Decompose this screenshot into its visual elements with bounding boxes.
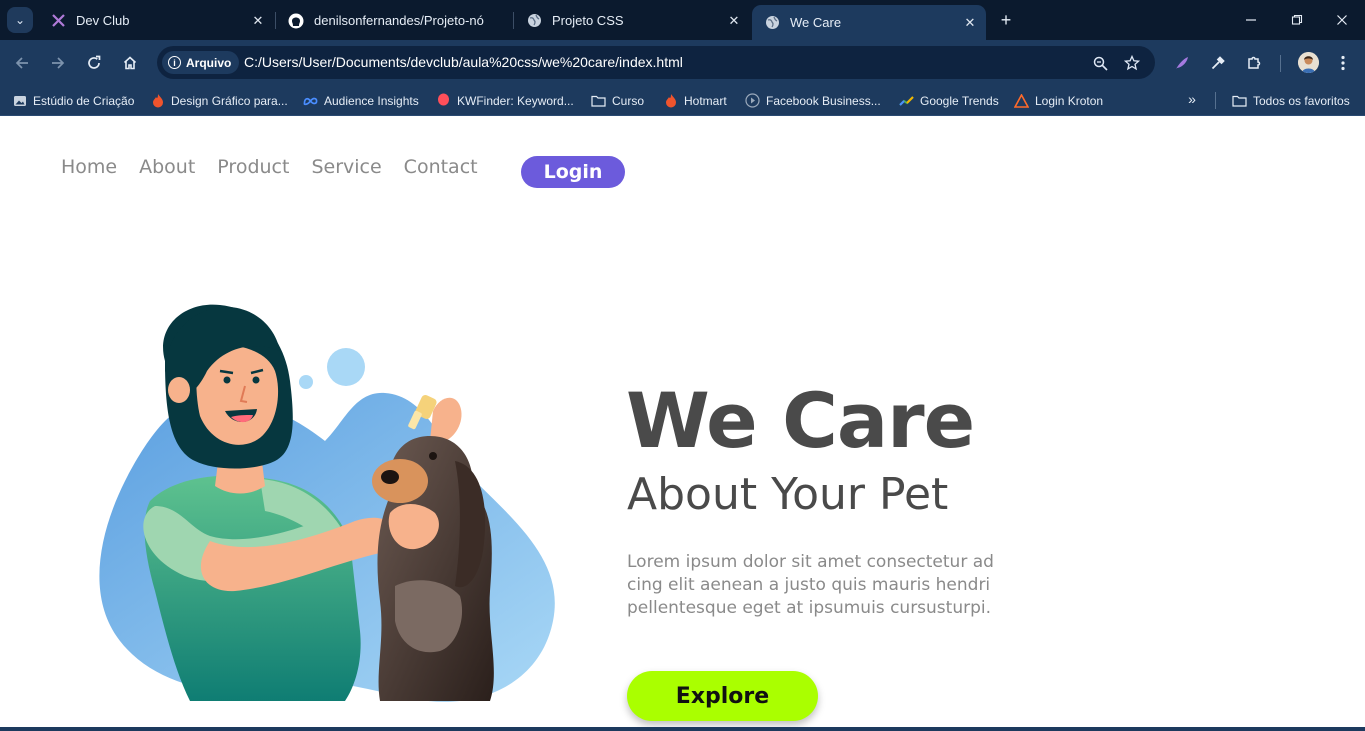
- github-icon: [288, 13, 304, 29]
- tab-title: Dev Club: [76, 13, 130, 28]
- bookmark-hotmart[interactable]: Hotmart: [663, 91, 727, 110]
- bookmark-kwfinder[interactable]: KWFinder: Keyword...: [436, 91, 574, 110]
- flame-icon: [663, 93, 678, 108]
- hero-title: We Care: [626, 376, 975, 465]
- nav-service[interactable]: Service: [311, 156, 381, 178]
- info-icon: i: [168, 56, 181, 69]
- bookmark-google-trends[interactable]: Google Trends: [899, 91, 999, 110]
- kebab-menu-icon[interactable]: [1331, 51, 1355, 75]
- meta-icon: [303, 93, 318, 108]
- forward-arrow-icon[interactable]: [46, 51, 70, 75]
- feather-extension-icon[interactable]: [1170, 51, 1194, 75]
- flame-icon: [150, 93, 165, 108]
- bookmark-label: Hotmart: [684, 93, 727, 108]
- bookmark-label: Estúdio de Criação: [33, 93, 135, 108]
- toolbar-divider: [1280, 55, 1281, 72]
- tab-title: Projeto CSS: [552, 13, 624, 28]
- bookmark-label: Audience Insights: [324, 93, 419, 108]
- tab-github[interactable]: denilsonfernandes/Projeto-nós: [276, 5, 512, 36]
- back-arrow-icon[interactable]: [10, 51, 34, 75]
- nav-product[interactable]: Product: [217, 156, 289, 178]
- profile-avatar[interactable]: [1298, 52, 1319, 73]
- bookmarks-bar: Estúdio de Criação Design Gráfico para..…: [0, 85, 1365, 116]
- bookmark-label: Facebook Business...: [766, 93, 881, 108]
- all-bookmarks-folder[interactable]: Todos os favoritos: [1232, 91, 1350, 110]
- eyedropper-icon[interactable]: [1206, 51, 1230, 75]
- folder-icon: [1232, 93, 1247, 108]
- explore-button[interactable]: Explore: [627, 671, 818, 721]
- hero-text-line: cing elit aenean a justo quis mauris hen…: [627, 575, 991, 595]
- browser-toolbar: i Arquivo C:/Users/User/Documents/devclu…: [0, 40, 1365, 85]
- home-icon[interactable]: [118, 51, 142, 75]
- bookmark-login-kroton[interactable]: Login Kroton: [1014, 91, 1103, 110]
- taskbar-edge: [0, 727, 1365, 731]
- tab-strip: ⌄ Dev Club ✕ denilsonfernandes/Projeto-n…: [0, 0, 1365, 40]
- hero-description: Lorem ipsum dolor sit amet consectetur a…: [627, 551, 1057, 620]
- more-bookmarks-button[interactable]: »: [1183, 91, 1201, 107]
- close-icon[interactable]: ✕: [960, 13, 980, 33]
- trends-icon: [899, 93, 914, 108]
- reload-icon[interactable]: [82, 51, 106, 75]
- bookmark-label: KWFinder: Keyword...: [457, 93, 574, 108]
- bookmark-label: Design Gráfico para...: [171, 93, 288, 108]
- address-bar[interactable]: i Arquivo C:/Users/User/Documents/devclu…: [157, 46, 1155, 79]
- balloon-icon: [436, 93, 451, 108]
- bookmark-label: Google Trends: [920, 93, 999, 108]
- window-close-icon[interactable]: [1330, 8, 1354, 32]
- devclub-icon: [50, 13, 66, 29]
- site-info-chip[interactable]: i Arquivo: [162, 51, 240, 74]
- url-text[interactable]: C:/Users/User/Documents/devclub/aula%20c…: [244, 54, 683, 70]
- zoom-icon[interactable]: [1089, 52, 1111, 74]
- close-icon[interactable]: ✕: [248, 11, 268, 31]
- minimize-icon[interactable]: [1239, 8, 1263, 32]
- bookmark-design-grafico[interactable]: Design Gráfico para...: [150, 91, 288, 110]
- hero-text-line: pellentesque eget at ipsumuis cursusturp…: [627, 598, 992, 618]
- new-tab-button[interactable]: +: [995, 9, 1017, 31]
- hero-subtitle: About Your Pet: [627, 469, 949, 520]
- login-button[interactable]: Login: [521, 156, 625, 188]
- bookmark-label: Curso: [612, 93, 645, 108]
- restore-icon[interactable]: [1285, 8, 1309, 32]
- studio-icon: [12, 93, 27, 108]
- nav-contact[interactable]: Contact: [404, 156, 478, 178]
- chevron-down-icon: ⌄: [14, 13, 26, 27]
- bookmarks-divider: [1215, 92, 1216, 109]
- tab-dev-club[interactable]: Dev Club ✕: [38, 5, 274, 36]
- web-page: Home About Product Service Contact Login: [0, 121, 1365, 731]
- site-info-label: Arquivo: [186, 55, 232, 70]
- tab-we-care[interactable]: We Care ✕: [752, 5, 986, 40]
- hero-illustration: [99, 304, 555, 702]
- tab-title: denilsonfernandes/Projeto-nós: [314, 13, 484, 28]
- bookmark-estudio[interactable]: Estúdio de Criação: [12, 91, 134, 110]
- hero-text-line: Lorem ipsum dolor sit amet consectetur a…: [627, 552, 994, 572]
- tab-projeto-css[interactable]: Projeto CSS ✕: [514, 5, 750, 36]
- tab-search-button[interactable]: ⌄: [7, 7, 33, 33]
- extensions-puzzle-icon[interactable]: [1242, 51, 1266, 75]
- nav-about[interactable]: About: [139, 156, 195, 178]
- close-icon[interactable]: ✕: [724, 11, 744, 31]
- bookmark-curso[interactable]: Curso: [591, 91, 644, 110]
- folder-icon: [591, 93, 606, 108]
- all-bookmarks-label: Todos os favoritos: [1253, 93, 1350, 108]
- tab-title: We Care: [790, 15, 842, 30]
- globe-icon: [764, 15, 780, 31]
- bookmark-star-icon[interactable]: [1121, 52, 1143, 74]
- nav-home[interactable]: Home: [61, 156, 117, 178]
- bookmark-facebook-business[interactable]: Facebook Business...: [745, 91, 881, 110]
- kroton-icon: [1014, 93, 1029, 108]
- site-nav: Home About Product Service Contact: [61, 156, 500, 178]
- play-circle-icon: [745, 93, 760, 108]
- globe-icon: [526, 13, 542, 29]
- bookmark-label: Login Kroton: [1035, 93, 1104, 108]
- bookmark-audience-insights[interactable]: Audience Insights: [303, 91, 419, 110]
